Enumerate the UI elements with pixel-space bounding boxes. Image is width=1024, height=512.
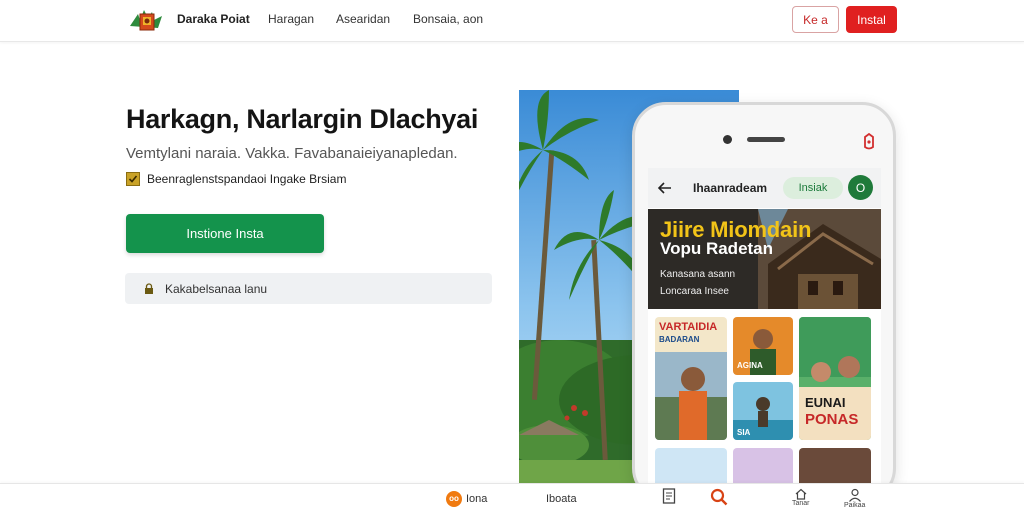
app-header: Ihaanradeam Insiak O xyxy=(648,168,881,208)
phone-camera xyxy=(723,135,732,144)
nav-link-1[interactable]: Haragan xyxy=(268,12,314,26)
bottom-nav-label-1: Iona xyxy=(466,492,488,505)
content-card-3[interactable]: EUNAI PONAS xyxy=(799,317,871,440)
phone-speaker xyxy=(747,137,785,142)
promo-banner[interactable]: Jiire Miomdain Vopu Radetan Kanasana asa… xyxy=(648,209,881,309)
checkbox-icon xyxy=(126,172,140,186)
hero-title: Harkagn, Narlargin Dlachyai xyxy=(126,104,479,134)
info-bar: Kakabelsanaa lanu xyxy=(125,273,492,304)
content-card-1[interactable]: VARTAIDIA BADARAN xyxy=(655,317,727,440)
bottom-nav-profile-label: Paikaa xyxy=(844,502,866,509)
app-logo-icon[interactable] xyxy=(128,6,166,34)
info-text: Kakabelsanaa lanu xyxy=(165,281,268,296)
avatar[interactable]: O xyxy=(848,175,873,200)
banner-subheadline: Vopu Radetan xyxy=(660,239,774,258)
search-icon xyxy=(710,488,728,506)
content-card-5[interactable] xyxy=(655,448,727,488)
phone-screen: Ihaanradeam Insiak O Jiire Miomdain Vopu… xyxy=(648,168,881,499)
card-1-title: VARTAIDIA xyxy=(659,321,718,333)
content-card-6[interactable] xyxy=(733,448,793,488)
feature-check-row: Beenraglenstspandaoi Ingake Brsiam xyxy=(126,172,346,186)
nav-link-2[interactable]: Asearidan xyxy=(336,12,390,26)
content-card-7[interactable] xyxy=(799,448,871,488)
bottom-navigation: oo Iona Iboata Tanar Paikaa xyxy=(0,483,1024,512)
home-icon xyxy=(795,488,807,500)
banner-line-1: Kanasana asann xyxy=(660,269,736,280)
bottom-nav-home-label: Tanar xyxy=(792,500,810,507)
card-1-subtitle: BADARAN xyxy=(659,335,700,344)
card-2-title: AGINA xyxy=(737,361,763,370)
nav-link-3[interactable]: Bonsaia, aon xyxy=(413,12,483,26)
document-icon xyxy=(662,488,676,504)
content-card-2[interactable]: AGINA xyxy=(733,317,793,375)
bottom-nav-item-1[interactable]: oo Iona xyxy=(446,484,487,512)
lock-icon xyxy=(145,282,153,294)
phone-mockup: Ihaanradeam Insiak O Jiire Miomdain Vopu… xyxy=(632,102,896,502)
top-navigation: Daraka Poiat Haragan Asearidan Bonsaia, … xyxy=(0,0,1024,42)
bottom-nav-document[interactable] xyxy=(662,488,676,504)
bottom-nav-label-2: Iboata xyxy=(546,492,577,505)
bottom-nav-home[interactable]: Tanar xyxy=(792,488,810,507)
install-cta-button[interactable]: Instione Insta xyxy=(126,214,324,253)
notification-icon[interactable] xyxy=(861,133,877,151)
hero-subtitle: Vemtylani naraia. Vakka. Favabanaieiyana… xyxy=(126,145,458,162)
login-button[interactable]: Ke a xyxy=(792,6,839,33)
brand-name[interactable]: Daraka Poiat xyxy=(177,12,250,26)
bottom-nav-item-2[interactable]: Iboata xyxy=(546,484,577,512)
bottom-nav-search[interactable] xyxy=(710,488,728,506)
profile-icon xyxy=(848,488,861,502)
content-card-4[interactable]: SIA xyxy=(733,382,793,440)
card-3-title: EUNAI xyxy=(805,395,846,410)
card-4-title: SIA xyxy=(737,428,751,437)
banner-line-2: Loncaraa Insee xyxy=(660,286,729,297)
card-3-subtitle: PONAS xyxy=(805,411,859,428)
feature-check-text: Beenraglenstspandaoi Ingake Brsiam xyxy=(147,172,347,186)
app-install-button[interactable]: Insiak xyxy=(783,177,843,199)
install-button-top[interactable]: Instal xyxy=(846,6,897,33)
bottom-nav-profile[interactable]: Paikaa xyxy=(844,488,865,509)
notification-badge: oo xyxy=(446,490,462,507)
back-arrow-icon[interactable] xyxy=(657,180,673,196)
app-title: Ihaanradeam xyxy=(693,181,768,195)
